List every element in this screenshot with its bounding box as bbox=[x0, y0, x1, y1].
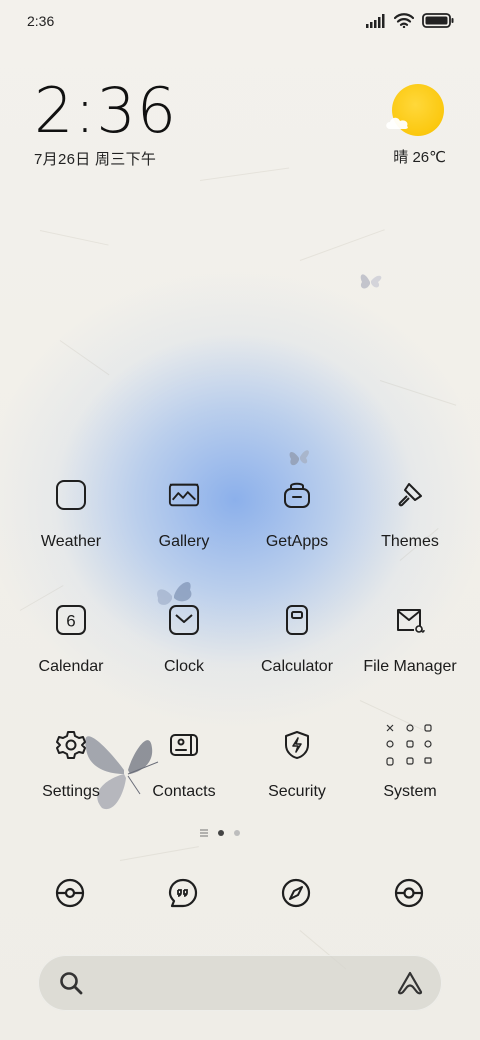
phone-dialer-icon[interactable] bbox=[53, 876, 87, 910]
app-clock[interactable]: Clock bbox=[128, 604, 240, 704]
app-label: File Manager bbox=[363, 658, 457, 675]
weather-icon bbox=[55, 479, 87, 511]
gear-icon bbox=[55, 729, 87, 761]
app-weather[interactable]: Weather bbox=[15, 479, 127, 579]
folder-system[interactable]: System bbox=[354, 723, 466, 823]
folder-grid-icon bbox=[384, 723, 436, 769]
status-time: 2:36 bbox=[27, 13, 55, 29]
app-label: Calendar bbox=[38, 658, 104, 675]
app-file-manager[interactable]: File Manager bbox=[354, 604, 466, 704]
browser-compass-icon[interactable] bbox=[279, 876, 313, 910]
app-label: GetApps bbox=[265, 533, 329, 550]
butterfly-decoration bbox=[289, 450, 309, 466]
butterfly-decoration bbox=[360, 274, 382, 289]
menu-lines-icon bbox=[200, 829, 208, 837]
widget-time: 2:36 bbox=[34, 74, 178, 147]
app-label: Contacts bbox=[152, 783, 216, 800]
weather-text: 晴 26℃ bbox=[393, 149, 446, 166]
getapps-icon bbox=[281, 479, 313, 511]
page-dot-active[interactable] bbox=[218, 830, 224, 836]
search-icon[interactable] bbox=[58, 970, 84, 996]
app-getapps[interactable]: GetApps bbox=[241, 479, 353, 579]
messages-icon[interactable] bbox=[166, 876, 200, 910]
app-label: Calculator bbox=[260, 658, 334, 675]
security-shield-icon bbox=[281, 729, 313, 761]
app-label: Security bbox=[268, 783, 326, 800]
themes-brush-icon bbox=[394, 479, 426, 511]
calculator-icon bbox=[281, 604, 313, 636]
file-manager-icon bbox=[394, 604, 426, 636]
status-icons bbox=[366, 13, 454, 28]
wifi-icon bbox=[394, 13, 414, 28]
svg-text:6: 6 bbox=[66, 612, 75, 631]
page-dot[interactable] bbox=[234, 830, 240, 836]
cloud-icon bbox=[386, 117, 408, 129]
contacts-icon bbox=[168, 729, 200, 761]
app-label: Weather bbox=[40, 533, 102, 550]
signal-icon bbox=[366, 13, 385, 28]
app-contacts[interactable]: Contacts bbox=[128, 729, 240, 829]
app-label: Themes bbox=[381, 533, 439, 550]
app-calendar[interactable]: 6 Calendar bbox=[15, 604, 127, 704]
camera-icon[interactable] bbox=[392, 876, 426, 910]
app-label: Settings bbox=[42, 783, 100, 800]
app-gallery[interactable]: Gallery bbox=[128, 479, 240, 579]
app-settings[interactable]: Settings bbox=[15, 729, 127, 829]
app-label: Gallery bbox=[158, 533, 210, 550]
app-themes[interactable]: Themes bbox=[354, 479, 466, 579]
status-bar: 2:36 bbox=[0, 0, 480, 44]
page-indicator[interactable] bbox=[200, 829, 240, 837]
app-calculator[interactable]: Calculator bbox=[241, 604, 353, 704]
app-label: System bbox=[383, 783, 437, 800]
gallery-icon bbox=[168, 479, 200, 511]
clock-icon bbox=[168, 604, 200, 636]
search-bar[interactable] bbox=[38, 955, 442, 1011]
battery-icon bbox=[422, 13, 454, 28]
app-label: Clock bbox=[163, 658, 204, 675]
calendar-icon: 6 bbox=[55, 604, 87, 636]
clock-widget[interactable]: 2:36 7月26日 周三下午 bbox=[34, 78, 177, 169]
widget-date: 7月26日 周三下午 bbox=[34, 151, 157, 168]
app-security[interactable]: Security bbox=[241, 729, 353, 829]
assistant-icon[interactable] bbox=[396, 970, 424, 996]
